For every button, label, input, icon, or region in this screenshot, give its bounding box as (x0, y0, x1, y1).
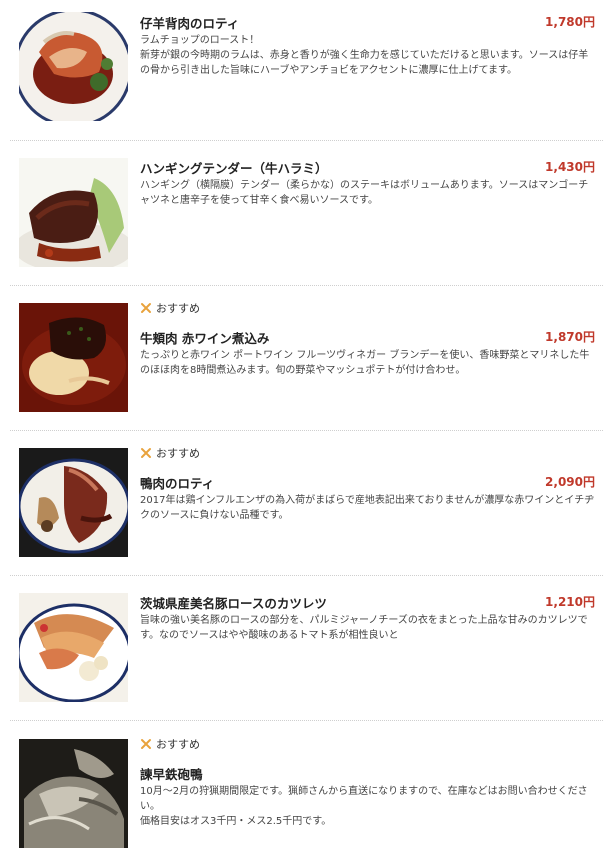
menu-item: おすすめ 牛頬肉 赤ワイン煮込み 1,870円 たっぷりと赤ワイン ポートワイン… (10, 286, 603, 431)
dish-description-line: 10月～2月の狩猟期間限定です。猟師さんから直送になりますので、在庫などはお問い… (140, 786, 588, 812)
dish-description-line: 価格目安はオス3千円・メス2.5千円です。 (140, 816, 332, 827)
dish-description: 2017年は鶏インフルエンザの為入荷がまばらで産地表記出来ておりませんが濃厚な赤… (140, 493, 597, 523)
recommend-badge: おすすめ (140, 446, 200, 460)
dish-photo-lamb[interactable] (19, 12, 128, 121)
dish-price: 2,090円 (545, 475, 595, 489)
dish-description-line: ラムチョップのロースト！ (140, 35, 260, 46)
dish-description: 旨味の強い美名豚のロースの部分を、パルミジャーノチーズの衣をまとった上品な甘みの… (140, 613, 597, 643)
dish-description-line: ハンギング（横隔膜）テンダー（柔らかな）のステーキはボリュームあります。ソースは… (140, 180, 589, 206)
recommend-label: おすすめ (156, 447, 200, 460)
dish-price: 1,210円 (545, 595, 595, 609)
menu-item: おすすめ 鴨肉のロティ 2,090円 2017年は鶏インフルエンザの為入荷がまば… (10, 431, 603, 576)
recommend-label: おすすめ (156, 302, 200, 315)
dish-name: 諫早鉄砲鴨 (140, 767, 203, 782)
dish-description-line: 旨味の強い美名豚のロースの部分を、パルミジャーノチーズの衣をまとった上品な甘みの… (140, 615, 588, 641)
dish-photo-hanging-tender[interactable] (19, 158, 128, 267)
dish-photo-hanging-tender-image (19, 158, 128, 267)
menu-item: おすすめ 諫早鉄砲鴨 10月～2月の狩猟期間限定です。猟師さんから直送になります… (10, 721, 603, 855)
dish-photo-teppo-kamo-image (19, 739, 128, 848)
dish-description-line: 新芽が銀の今時期のラムは、赤身と香りが強く生命力を感じていただけると思います。ソ… (140, 50, 589, 76)
crossed-cutlery-icon (140, 447, 152, 459)
recommend-badge: おすすめ (140, 301, 200, 315)
dish-photo-lamb-image (19, 12, 128, 121)
dish-name: 鴨肉のロティ (140, 476, 215, 491)
dish-name: 牛頬肉 赤ワイン煮込み (140, 331, 270, 346)
dish-description: ハンギング（横隔膜）テンダー（柔らかな）のステーキはボリュームあります。ソースは… (140, 178, 597, 208)
dish-name: ハンギングテンダー（牛ハラミ） (140, 161, 328, 176)
dish-photo-beef-cheek-image (19, 303, 128, 412)
crossed-cutlery-icon (140, 738, 152, 750)
recommend-badge: おすすめ (140, 737, 200, 751)
recommend-label: おすすめ (156, 738, 200, 751)
menu-item: 仔羊背肉のロティ 1,780円 ラムチョップのロースト！ 新芽が銀の今時期のラム… (10, 0, 603, 141)
dish-description-line: たっぷりと赤ワイン ポートワイン フルーツヴィネガー ブランデーを使い、香味野菜… (140, 350, 590, 376)
dish-description-line: 2017年は鶏インフルエンザの為入荷がまばらで産地表記出来ておりませんが濃厚な赤… (140, 495, 595, 521)
dish-photo-beef-cheek[interactable] (19, 303, 128, 412)
dish-name: 茨城県産美名豚ロースのカツレツ (140, 596, 327, 611)
menu-item: ハンギングテンダー（牛ハラミ） 1,430円 ハンギング（横隔膜）テンダー（柔ら… (10, 141, 603, 286)
menu-item: 茨城県産美名豚ロースのカツレツ 1,210円 旨味の強い美名豚のロースの部分を、… (10, 576, 603, 721)
dish-photo-teppo-kamo[interactable] (19, 739, 128, 848)
dish-description: たっぷりと赤ワイン ポートワイン フルーツヴィネガー ブランデーを使い、香味野菜… (140, 348, 597, 378)
dish-description: ラムチョップのロースト！ 新芽が銀の今時期のラムは、赤身と香りが強く生命力を感じ… (140, 33, 597, 78)
dish-photo-pork-cutlet[interactable] (19, 593, 128, 702)
dish-name: 仔羊背肉のロティ (140, 16, 240, 31)
dish-price: 1,780円 (545, 15, 595, 29)
dish-price: 1,870円 (545, 330, 595, 344)
dish-price: 1,430円 (545, 160, 595, 174)
crossed-cutlery-icon (140, 302, 152, 314)
dish-photo-pork-cutlet-image (19, 593, 128, 702)
dish-photo-duck[interactable] (19, 448, 128, 557)
dish-description: 10月～2月の狩猟期間限定です。猟師さんから直送になりますので、在庫などはお問い… (140, 784, 597, 829)
dish-photo-duck-image (19, 448, 128, 557)
